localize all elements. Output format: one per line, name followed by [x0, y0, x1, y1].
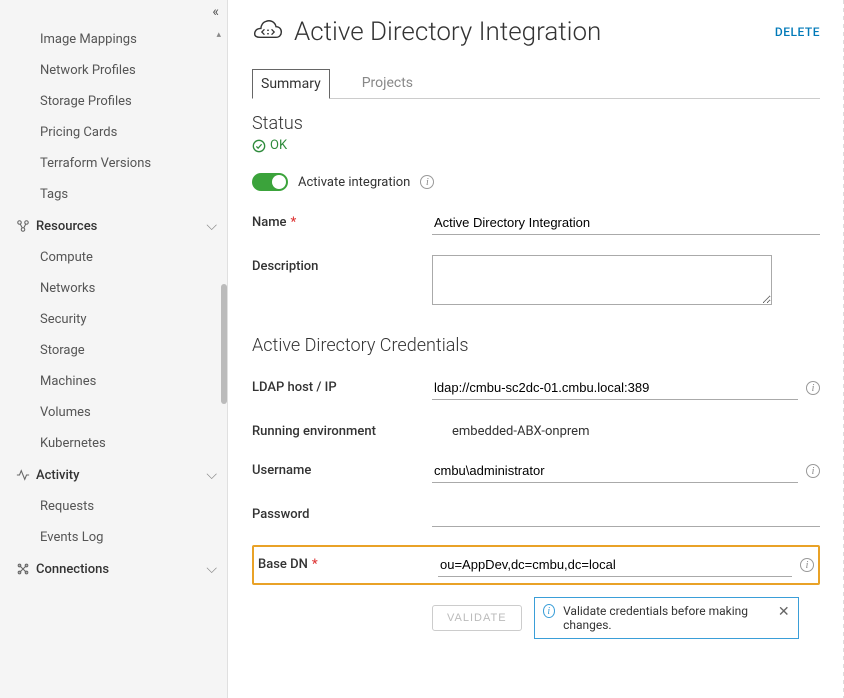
resources-icon	[16, 219, 30, 233]
sidebar-item-label: Storage	[40, 343, 85, 358]
required-marker: *	[291, 215, 297, 230]
connections-icon	[16, 562, 30, 576]
sidebar-item-kubernetes[interactable]: Kubernetes	[0, 428, 227, 459]
close-icon[interactable]: ✕	[778, 604, 790, 620]
toggle-label: Activate integration	[298, 175, 410, 190]
sidebar-item-label: Machines	[40, 374, 96, 389]
sidebar-section-label: Resources	[36, 219, 97, 234]
sidebar: « ▴ Image Mappings Network Profiles Stor…	[0, 0, 228, 698]
info-icon: i	[543, 604, 556, 618]
ok-check-icon	[252, 139, 266, 153]
name-label: Name	[252, 215, 287, 230]
chevron-down-icon: ⌵	[206, 467, 217, 483]
sidebar-item-label: Kubernetes	[40, 436, 106, 451]
delete-button[interactable]: DELETE	[775, 25, 820, 39]
page-title: Active Directory Integration	[294, 17, 601, 47]
status-text: OK	[270, 138, 287, 153]
sidebar-item-label: Events Log	[40, 530, 103, 545]
password-label: Password	[252, 507, 309, 522]
chevron-down-icon: ⌵	[206, 218, 217, 234]
sidebar-section-connections[interactable]: Connections ⌵	[0, 553, 227, 585]
tab-projects[interactable]: Projects	[354, 69, 421, 99]
sidebar-item-network-profiles[interactable]: Network Profiles	[0, 55, 227, 86]
info-icon[interactable]: i	[420, 175, 434, 189]
cloud-integration-icon	[252, 16, 284, 48]
sidebar-item-volumes[interactable]: Volumes	[0, 397, 227, 428]
sidebar-item-requests[interactable]: Requests	[0, 491, 227, 522]
sidebar-item-label: Tags	[40, 187, 68, 202]
basedn-label: Base DN	[258, 557, 308, 572]
info-icon[interactable]: i	[800, 558, 814, 572]
sidebar-item-storage[interactable]: Storage	[0, 335, 227, 366]
sidebar-item-label: Requests	[40, 499, 94, 514]
sidebar-item-label: Image Mappings	[40, 32, 137, 47]
ldap-host-input[interactable]	[432, 376, 798, 400]
basedn-input[interactable]	[438, 553, 792, 577]
sidebar-item-terraform-versions[interactable]: Terraform Versions	[0, 148, 227, 179]
status-heading: Status	[252, 113, 820, 134]
name-input[interactable]	[432, 211, 820, 235]
tab-summary[interactable]: Summary	[252, 69, 330, 99]
sidebar-collapse-bar: «	[0, 0, 227, 24]
tabs: Summary Projects	[252, 68, 820, 99]
sidebar-item-label: Volumes	[40, 405, 91, 420]
required-marker: *	[312, 557, 318, 572]
sidebar-item-pricing-cards[interactable]: Pricing Cards	[0, 117, 227, 148]
sidebar-scroll: Image Mappings Network Profiles Storage …	[0, 24, 227, 698]
base-dn-highlight: Base DN * i	[252, 545, 820, 585]
ldap-label: LDAP host / IP	[252, 380, 337, 395]
sidebar-item-label: Storage Profiles	[40, 94, 132, 109]
collapse-icon[interactable]: «	[212, 4, 219, 20]
main-content: Active Directory Integration DELETE Summ…	[228, 0, 844, 698]
validate-notice: i Validate credentials before making cha…	[534, 597, 799, 639]
sidebar-item-machines[interactable]: Machines	[0, 366, 227, 397]
runenv-label: Running environment	[252, 424, 376, 439]
sidebar-item-label: Networks	[40, 281, 95, 296]
sidebar-section-activity[interactable]: Activity ⌵	[0, 459, 227, 491]
description-label: Description	[252, 259, 318, 274]
sidebar-item-label: Pricing Cards	[40, 125, 117, 140]
sidebar-item-label: Security	[40, 312, 87, 327]
sidebar-item-compute[interactable]: Compute	[0, 242, 227, 273]
info-icon[interactable]: i	[806, 464, 820, 478]
notice-text: Validate credentials before making chang…	[563, 604, 770, 632]
activate-integration-toggle[interactable]	[252, 173, 288, 191]
sidebar-item-tags[interactable]: Tags	[0, 179, 227, 210]
sidebar-item-label: Network Profiles	[40, 63, 136, 78]
sidebar-item-label: Terraform Versions	[40, 156, 151, 171]
credentials-heading: Active Directory Credentials	[252, 335, 820, 356]
sidebar-item-security[interactable]: Security	[0, 304, 227, 335]
chevron-down-icon: ⌵	[206, 561, 217, 577]
runenv-value: embedded-ABX-onprem	[432, 420, 589, 439]
sidebar-item-image-mappings[interactable]: Image Mappings	[0, 24, 227, 55]
activity-icon	[16, 468, 30, 482]
sidebar-section-label: Activity	[36, 468, 80, 483]
sidebar-item-events-log[interactable]: Events Log	[0, 522, 227, 553]
description-textarea[interactable]	[432, 255, 772, 305]
toggle-knob	[272, 175, 286, 189]
scrollbar-thumb[interactable]	[221, 284, 227, 404]
sidebar-section-resources[interactable]: Resources ⌵	[0, 210, 227, 242]
username-label: Username	[252, 463, 311, 478]
sidebar-item-networks[interactable]: Networks	[0, 273, 227, 304]
password-input[interactable]	[432, 503, 820, 527]
sidebar-section-label: Connections	[36, 562, 109, 577]
username-input[interactable]	[432, 459, 798, 483]
info-icon[interactable]: i	[806, 381, 820, 395]
validate-button[interactable]: VALIDATE	[432, 605, 522, 631]
sidebar-item-label: Compute	[40, 250, 93, 265]
sidebar-item-storage-profiles[interactable]: Storage Profiles	[0, 86, 227, 117]
